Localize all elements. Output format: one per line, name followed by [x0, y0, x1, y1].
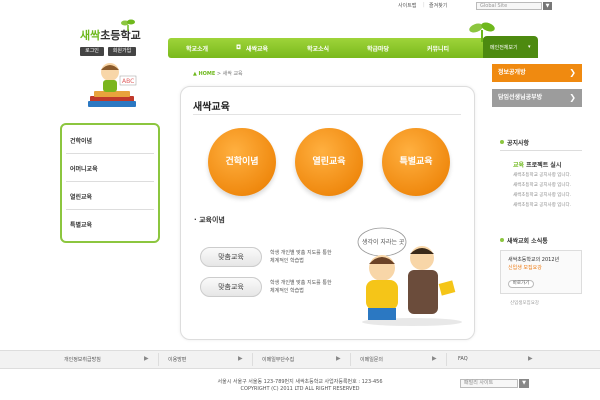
favorite-link[interactable]: 즐겨찾기: [429, 2, 447, 9]
home-icon: ▲: [193, 71, 197, 77]
family-site-arrow-icon[interactable]: ▼: [519, 379, 529, 388]
notice-item[interactable]: 새싹초등학교 공지사항 입니다.: [513, 202, 571, 208]
notice-item[interactable]: 새싹초등학교 공지사항 입니다.: [513, 192, 571, 198]
chevron-right-icon: ❯: [569, 93, 576, 102]
boy-reading-illustration: ABC: [88, 63, 137, 107]
row-description-line: 학생 개인별 맞춤 지도를 통한: [270, 250, 332, 256]
family-site-select[interactable]: 패밀리 사이트: [460, 379, 518, 388]
teacher-room-banner[interactable]: 담임선생님공부방 ❯: [492, 89, 582, 107]
arrow-right-icon: ▶: [238, 355, 243, 362]
custom-education-button[interactable]: 맞춤교육: [200, 247, 262, 267]
nav-bullet-icon: ◘: [236, 44, 242, 51]
bullet-icon: [500, 238, 504, 242]
divider: [500, 150, 582, 151]
logo-highlight: 새싹: [80, 29, 101, 42]
divider: [252, 353, 253, 366]
sitemap-link[interactable]: 사이트맵: [398, 2, 416, 9]
row-description: 학생 개인별 맞춤 지도를 통한 체계적인 학습법: [270, 249, 332, 265]
news-footer-link[interactable]: 신입생모집요강: [510, 300, 539, 306]
notice-title: 공지사항: [507, 140, 530, 147]
teacher-student-illustration: 생각이 자라는 곳: [357, 227, 462, 326]
arrow-right-icon: ▶: [336, 355, 341, 362]
custom-education-button[interactable]: 맞춤교육: [200, 277, 262, 297]
bullet-icon: [500, 140, 504, 144]
nav-item-community[interactable]: 커뮤니티: [427, 44, 449, 53]
submenu-item-special-education[interactable]: 특별교육: [70, 220, 92, 229]
arrow-right-icon: ▶: [432, 355, 437, 362]
circle-button-open-education[interactable]: 열린교육: [295, 128, 363, 196]
global-site-go-button[interactable]: ▼: [543, 2, 552, 10]
all-menu-label: 메인전체보기: [490, 45, 518, 51]
circle-button-special-education[interactable]: 특별교육: [382, 128, 450, 196]
nav-item-news[interactable]: 학교소식: [307, 44, 329, 53]
footer-link-faq[interactable]: FAQ: [458, 356, 468, 362]
section-bullet: ·: [194, 216, 197, 224]
submenu-item-parent-education[interactable]: 어머니교육: [70, 164, 98, 173]
info-disclosure-label: 정보공개방: [498, 69, 526, 76]
login-button[interactable]: 로그인: [80, 47, 104, 56]
chevron-right-icon: ❯: [569, 68, 576, 77]
divider: [350, 353, 351, 366]
page-title: 새싹교육: [193, 102, 230, 113]
nav-item-school-intro[interactable]: 학교소개: [186, 44, 208, 53]
news-line-highlight: 신입생 모집요강: [508, 265, 542, 271]
footer-link-terms[interactable]: 이용방편: [168, 356, 186, 363]
notice-item[interactable]: 새싹초등학교 공지사항 입니다.: [513, 172, 571, 178]
notice-item[interactable]: 새싹초등학교 공지사항 입니다.: [513, 182, 571, 188]
news-text: 새싹초등학교의 2012년 신입생 모집요강: [508, 256, 559, 272]
divider: [193, 114, 461, 115]
news-more-button[interactable]: 바로가기: [508, 280, 534, 288]
illustration-caption: 생각이 자라는 곳: [362, 238, 405, 246]
breadcrumb-home[interactable]: HOME: [198, 71, 215, 77]
global-site-select[interactable]: Global Site: [476, 2, 542, 10]
notice-feature-link[interactable]: 교육 프로젝트 실시: [513, 160, 561, 169]
family-site-label: 패밀리 사이트: [464, 380, 494, 386]
nav-item-classroom[interactable]: 학급마당: [367, 44, 389, 53]
divider: [66, 181, 154, 182]
leaf-decoration-icon: [469, 22, 495, 42]
divider: [158, 353, 159, 366]
breadcrumb: ▲ HOME > 새싹 교육: [193, 70, 243, 77]
breadcrumb-separator: >: [216, 71, 222, 77]
news-title: 새싹교회 소식통: [507, 238, 548, 245]
arrow-right-icon: ▶: [144, 355, 149, 362]
submenu-item-open-education[interactable]: 열린교육: [70, 192, 92, 201]
teacher-room-label: 담임선생님공부방: [498, 94, 543, 101]
submenu-item-philosophy[interactable]: 건학이념: [70, 136, 92, 145]
arrow-right-icon: ▶: [528, 355, 533, 362]
section-title: · 교육이념: [194, 215, 225, 225]
join-button[interactable]: 회원가입: [108, 47, 136, 56]
footer-link-email-inquiry[interactable]: 이메일문의: [360, 356, 383, 363]
row-description-line: 체계적인 학습법: [270, 258, 304, 264]
global-site-label: Global Site: [480, 3, 508, 9]
breadcrumb-current: 새싹 교육: [222, 71, 243, 77]
row-description-line: 학생 개인별 맞춤 지도를 통한: [270, 280, 332, 286]
main-nav: [168, 38, 499, 58]
sprout-icon: [121, 19, 135, 31]
row-description: 학생 개인별 맞춤 지도를 통한 체계적인 학습법: [270, 279, 332, 295]
divider: [446, 353, 447, 366]
divider: [66, 209, 154, 210]
notice-feature-text: 프로젝트 실시: [524, 162, 562, 169]
circle-button-philosophy[interactable]: 건학이념: [208, 128, 276, 196]
divider: [66, 153, 154, 154]
info-disclosure-banner[interactable]: 정보공개방 ❯: [492, 64, 582, 82]
section-title-text: 교육이념: [199, 216, 225, 224]
row-description-line: 체계적인 학습법: [270, 288, 304, 294]
nav-item-education[interactable]: 새싹교육: [246, 44, 268, 53]
svg-text:ABC: ABC: [122, 78, 134, 85]
top-separator: |: [423, 2, 425, 8]
footer-link-privacy[interactable]: 개인정보취급방침: [64, 356, 101, 363]
footer-link-email-refusal[interactable]: 이메일무단수집: [262, 356, 294, 363]
all-menu-arrow-icon: ▾: [528, 44, 531, 50]
notice-feature-highlight: 교육: [513, 162, 525, 169]
news-line: 새싹초등학교의 2012년: [508, 257, 560, 263]
